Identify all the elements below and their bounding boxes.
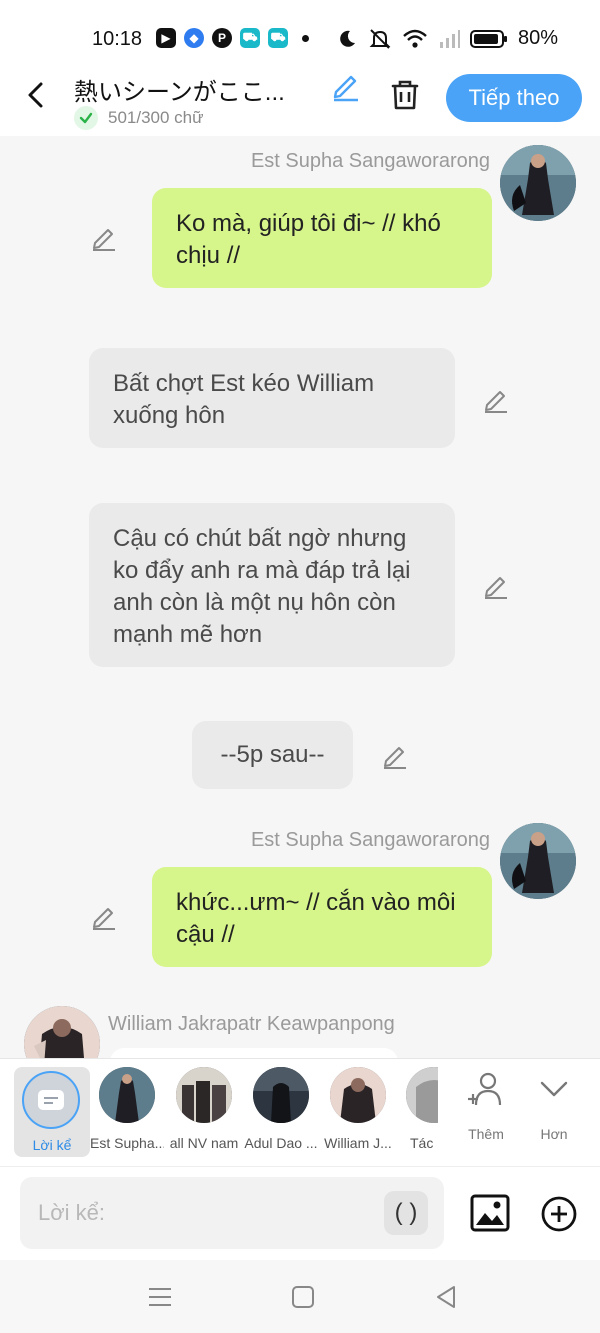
avatar[interactable] xyxy=(500,145,576,221)
word-count-text: 501/300 chữ xyxy=(108,108,204,127)
more-label: Hơn xyxy=(540,1126,568,1142)
battery-icon xyxy=(469,29,507,48)
avatar xyxy=(330,1067,386,1123)
narration-bubble[interactable]: Cậu có chút bất ngờ nhưng ko đẩy anh ra … xyxy=(89,503,455,667)
next-button[interactable]: Tiếp theo xyxy=(446,74,582,122)
signal-icon xyxy=(439,29,460,48)
edit-pencil-icon[interactable] xyxy=(381,742,409,770)
system-nav-bar xyxy=(0,1260,600,1333)
character-all-nv-nam[interactable]: all NV nam xyxy=(167,1067,241,1151)
menu-icon[interactable] xyxy=(147,1284,173,1310)
character-label: all NV nam xyxy=(169,1135,239,1151)
character-adul-dao[interactable]: Adul Dao ... xyxy=(244,1067,318,1151)
edit-pencil-icon[interactable] xyxy=(482,572,510,600)
browser-icon: ◆ xyxy=(184,28,204,48)
character-william[interactable]: William J... xyxy=(321,1067,395,1151)
message-input[interactable] xyxy=(38,1193,378,1233)
status-right: 80% xyxy=(336,27,558,50)
back-icon[interactable] xyxy=(433,1284,459,1310)
sender-name: William Jakrapatr Keawpanpong xyxy=(108,1013,395,1035)
edit-pencil-icon[interactable] xyxy=(90,224,118,252)
back-arrow-icon[interactable] xyxy=(22,80,52,110)
parentheses-button[interactable]: ( ) xyxy=(384,1191,428,1235)
add-label: Thêm xyxy=(468,1126,504,1142)
avatar xyxy=(406,1067,438,1123)
shop-icon: ⛟ xyxy=(268,28,288,48)
character-label: Est Supha... xyxy=(90,1135,164,1151)
edit-title-icon[interactable] xyxy=(330,70,362,102)
avatar xyxy=(176,1067,232,1123)
narrator-icon xyxy=(22,1071,80,1129)
status-bar: 10:18 ▶ ◆ P ⛟ ⛟ 80% xyxy=(0,0,600,66)
home-icon[interactable] xyxy=(290,1284,316,1310)
narration-bubble[interactable]: Bất chợt Est kéo William xuống hôn xyxy=(89,348,455,448)
word-count: 501/300 chữ xyxy=(74,106,204,130)
avatar[interactable] xyxy=(500,823,576,899)
notification-dot xyxy=(302,34,309,42)
mute-icon xyxy=(369,28,391,49)
moon-icon xyxy=(340,30,355,47)
avatar xyxy=(253,1067,309,1123)
battery-level: 80% xyxy=(517,27,558,49)
avatar xyxy=(99,1067,155,1123)
add-icon[interactable] xyxy=(540,1195,578,1233)
story-title: 熱いシーンがここ... xyxy=(74,79,285,106)
more-button[interactable]: Hơn xyxy=(522,1071,586,1142)
sender-name: Est Supha Sangaworarong xyxy=(250,150,490,172)
image-icon[interactable] xyxy=(470,1193,510,1233)
check-icon xyxy=(74,106,98,130)
add-character-button[interactable]: Thêm xyxy=(454,1071,518,1142)
screen: 10:18 ▶ ◆ P ⛟ ⛟ 80% 熱いシーンがここ... 501/300 … xyxy=(0,0,600,1333)
message-bubble[interactable]: Ko mà, giúp tôi đi~ // khó chịu // xyxy=(152,188,492,288)
character-label: Tác xyxy=(410,1135,434,1151)
narrator-label: Lời kể xyxy=(32,1137,72,1153)
input-bar: ( ) xyxy=(0,1166,600,1260)
message-input-box: ( ) xyxy=(20,1177,444,1249)
status-app-icons: ▶ ◆ P ⛟ ⛟ xyxy=(156,28,309,48)
character-tray: Lời kể Est Supha... all NV nam Adul Dao … xyxy=(0,1058,600,1166)
editor-header: 熱いシーンがここ... 501/300 chữ Tiếp theo xyxy=(0,66,600,136)
pinterest-icon: P xyxy=(212,28,232,48)
sender-name: Est Supha Sangaworarong xyxy=(250,829,490,851)
edit-pencil-icon[interactable] xyxy=(482,386,510,414)
character-label: Adul Dao ... xyxy=(244,1135,318,1151)
shop-icon: ⛟ xyxy=(240,28,260,48)
narrator-selector[interactable]: Lời kể xyxy=(14,1067,90,1157)
edit-pencil-icon[interactable] xyxy=(90,903,118,931)
character-est[interactable]: Est Supha... xyxy=(90,1067,164,1151)
message-bubble[interactable]: khức...ưm~ // cắn vào môi cậu // xyxy=(152,867,492,967)
character-label: William J... xyxy=(324,1135,392,1151)
screen-recorder-icon: ▶ xyxy=(156,28,176,48)
narration-bubble[interactable]: --5p sau-- xyxy=(192,721,353,789)
chevron-down-icon xyxy=(540,1081,568,1097)
trash-icon[interactable] xyxy=(388,78,422,112)
wifi-icon xyxy=(403,29,427,48)
status-time: 10:18 xyxy=(92,28,143,50)
character-tac[interactable]: Tác xyxy=(398,1067,438,1151)
add-person-icon xyxy=(468,1072,502,1106)
